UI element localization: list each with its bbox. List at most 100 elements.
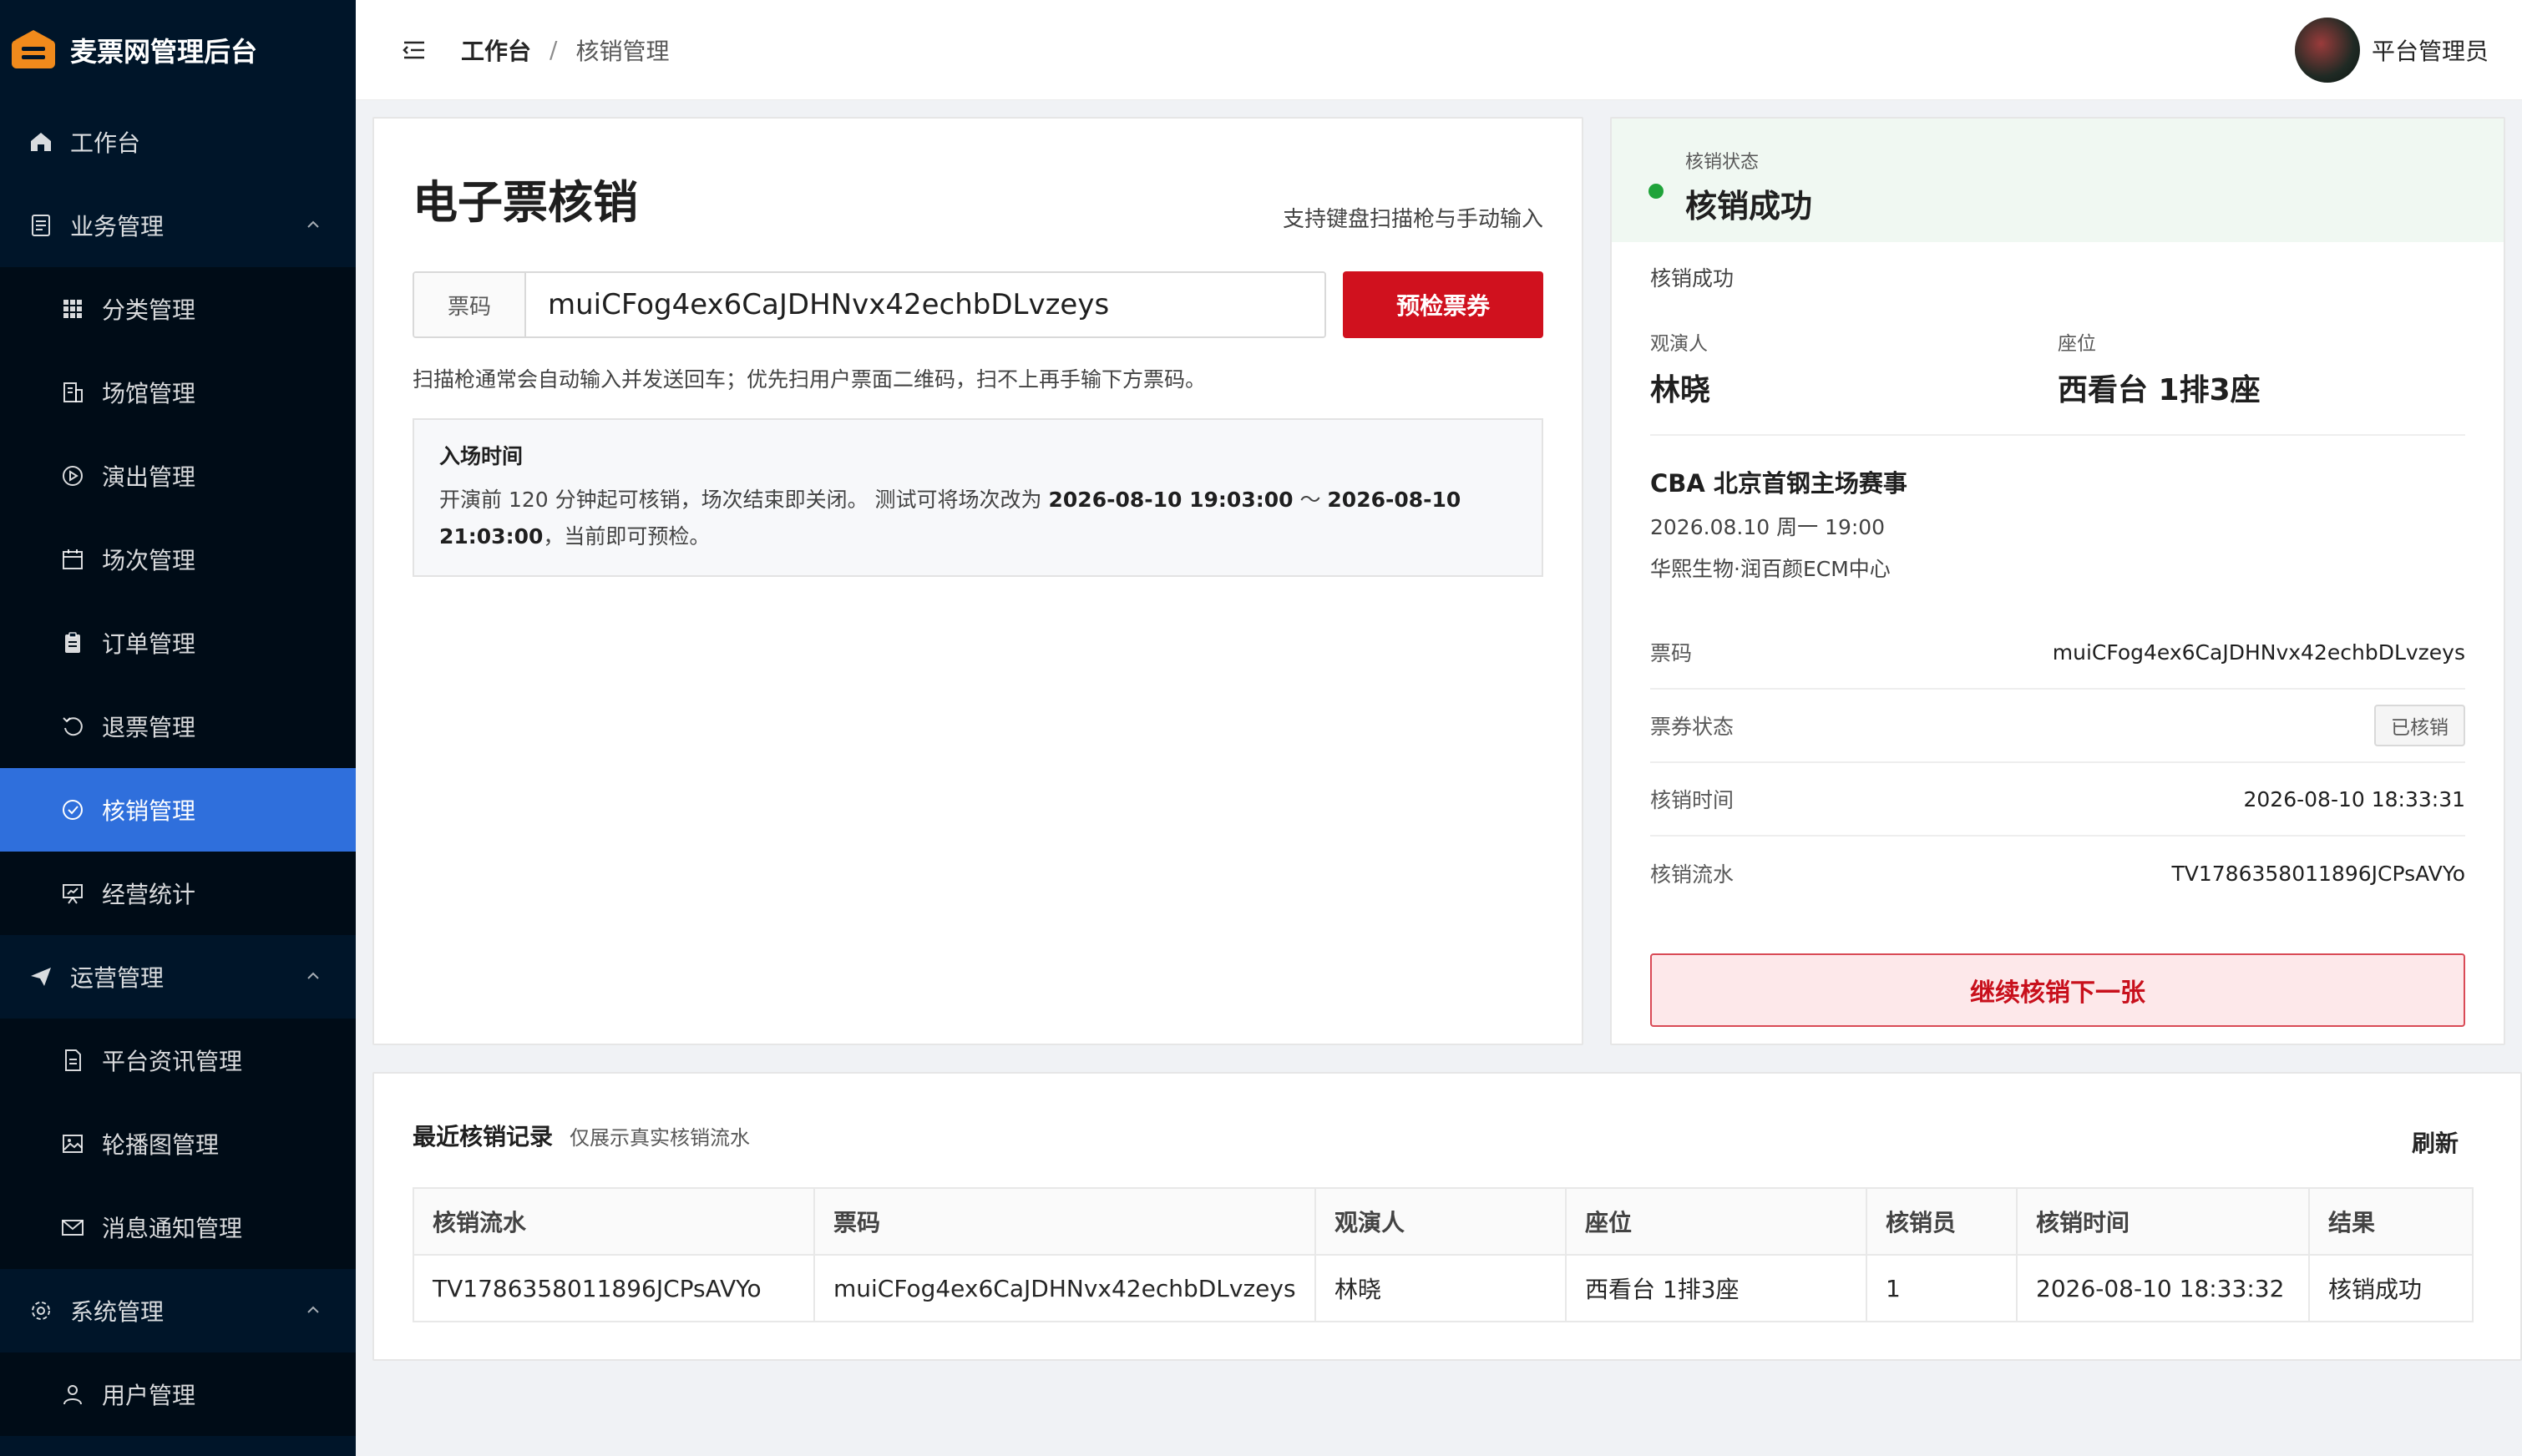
kv-ticket-code: 票码 muiCFog4ex6CaJDHNvx42echbDLvzeys <box>1650 616 2465 690</box>
records-title: 最近核销记录 <box>413 1123 554 1150</box>
entry-time-box: 入场时间 开演前 120 分钟起可核销，场次结束即关闭。 测试可将场次改为 20… <box>413 418 1543 577</box>
column-header: 核销流水 <box>413 1187 815 1256</box>
column-header: 观演人 <box>1314 1187 1567 1256</box>
entry-time-start: 2026-08-10 19:03:00 <box>1048 488 1294 512</box>
sidebar-item-label: 消息通知管理 <box>102 1215 243 1242</box>
sidebar-item-verification[interactable]: 核销管理 <box>0 768 356 852</box>
table-row: TV1786358011896JCPsAVYo muiCFog4ex6CaJDH… <box>413 1254 2474 1322</box>
sidebar-item-venue[interactable]: 场馆管理 <box>0 351 356 434</box>
sidebar-item-label: 运营管理 <box>70 964 165 992</box>
sidebar-item-label: 退票管理 <box>102 714 196 741</box>
breadcrumb-home[interactable]: 工作台 <box>461 33 531 67</box>
table-cell: 1 <box>1866 1254 2018 1322</box>
sidebar-item-label: 演出管理 <box>102 463 196 491</box>
kv-verify-time: 核销时间 2026-08-10 18:33:31 <box>1650 763 2465 837</box>
status-dot-icon <box>1648 184 1664 199</box>
kv-label: 票券状态 <box>1650 715 1735 739</box>
ticket-code-input[interactable] <box>526 273 1325 336</box>
result-card: 核销状态 核销成功 核销成功 观演人 林晓 座位 西看台 1排3座 CBA 北京… <box>1610 117 2505 1045</box>
kv-value: TV1786358011896JCPsAVYo <box>2171 861 2466 886</box>
breadcrumb-current: 核销管理 <box>575 37 670 65</box>
kv-label: 核销时间 <box>1650 788 1735 812</box>
column-header: 票码 <box>813 1187 1316 1256</box>
precheck-button[interactable]: 预检票券 <box>1343 271 1543 338</box>
sidebar-item-label: 核销管理 <box>102 797 196 825</box>
entry-tilde: ～ <box>1293 488 1328 512</box>
event-venue: 华熙生物·润百颜ECM中心 <box>1650 557 1891 581</box>
chevron-up-icon <box>307 220 319 228</box>
seat-value: 西看台 1排3座 <box>2058 373 2261 407</box>
table-cell: 林晓 <box>1314 1254 1567 1322</box>
image-icon <box>60 1131 85 1156</box>
table-header-row: 核销流水 票码 观演人 座位 核销员 核销时间 结果 <box>413 1187 2474 1256</box>
ticket-code-input-group: 票码 <box>413 271 1327 338</box>
scan-tip: 扫描枪通常会自动输入并发送回车；优先扫用户票面二维码，扫不上再手输下方票码。 <box>413 367 1207 392</box>
sidebar-item-orders[interactable]: 订单管理 <box>0 601 356 685</box>
calendar-icon <box>60 547 85 572</box>
sidebar-group-business[interactable]: 业务管理 <box>0 184 356 267</box>
viewer-value: 林晓 <box>1650 373 1711 407</box>
sidebar-item-news[interactable]: 平台资讯管理 <box>0 1019 356 1102</box>
ticket-logo-icon <box>12 30 55 68</box>
table-cell: TV1786358011896JCPsAVYo <box>413 1254 815 1322</box>
sidebar-item-label: 平台资讯管理 <box>102 1048 243 1075</box>
kv-value: muiCFog4ex6CaJDHNvx42echbDLvzeys <box>2052 640 2465 665</box>
user-name: 平台管理员 <box>2371 37 2489 65</box>
scanner-hint: 支持键盘扫描枪与手动输入 <box>1282 207 1543 232</box>
result-status-header: 核销状态 核销成功 <box>1612 119 2504 242</box>
sidebar-item-label: 分类管理 <box>102 296 196 324</box>
table-cell: 核销成功 <box>2308 1254 2474 1322</box>
document-icon <box>28 213 53 238</box>
divider <box>1650 434 2465 436</box>
records-subtitle: 仅展示真实核销流水 <box>570 1126 751 1150</box>
seat-label: 座位 <box>2058 333 2096 355</box>
sidebar-group-operations[interactable]: 运营管理 <box>0 935 356 1019</box>
file-text-icon <box>60 1048 85 1073</box>
user-icon <box>60 1382 85 1407</box>
sidebar-item-refund[interactable]: 退票管理 <box>0 685 356 768</box>
kv-label: 核销流水 <box>1650 862 1735 887</box>
table-cell: 2026-08-10 18:33:32 <box>2016 1254 2310 1322</box>
undo-icon <box>60 714 85 739</box>
logo[interactable]: 麦票网管理后台 <box>0 0 356 100</box>
user-menu[interactable]: 平台管理员 <box>2294 17 2489 83</box>
breadcrumb-separator: / <box>549 36 558 63</box>
sidebar-item-users[interactable]: 用户管理 <box>0 1352 356 1436</box>
presentation-icon <box>60 881 85 906</box>
sidebar-item-label: 场次管理 <box>102 547 196 574</box>
table-cell: 西看台 1排3座 <box>1565 1254 1867 1322</box>
verify-card: 电子票核销 支持键盘扫描枪与手动输入 票码 预检票券 扫描枪通常会自动输入并发送… <box>372 117 1583 1045</box>
sidebar: 麦票网管理后台 工作台 业务管理 分类管理 场馆管理 演出管理 场次管理 订单管… <box>0 0 356 1456</box>
sidebar-item-label: 场馆管理 <box>102 380 196 407</box>
chevron-up-icon <box>307 972 319 979</box>
result-subtitle: 核销成功 <box>1650 266 1735 291</box>
sidebar-item-category[interactable]: 分类管理 <box>0 267 356 351</box>
send-icon <box>28 964 53 989</box>
sidebar-item-label: 用户管理 <box>102 1382 196 1409</box>
app-title: 麦票网管理后台 <box>70 36 258 68</box>
kv-serial: 核销流水 TV1786358011896JCPsAVYo <box>1650 837 2465 910</box>
column-header: 结果 <box>2308 1187 2474 1256</box>
sidebar-item-show[interactable]: 演出管理 <box>0 434 356 518</box>
entry-time-title: 入场时间 <box>439 444 524 468</box>
menu-fold-icon[interactable] <box>401 37 428 63</box>
sidebar-item-stats[interactable]: 经营统计 <box>0 852 356 935</box>
sidebar-item-notifications[interactable]: 消息通知管理 <box>0 1186 356 1269</box>
verify-next-button[interactable]: 继续核销下一张 <box>1650 953 2465 1027</box>
sidebar-group-system[interactable]: 系统管理 <box>0 1269 356 1352</box>
table-cell: muiCFog4ex6CaJDHNvx42echbDLvzeys <box>813 1254 1316 1322</box>
entry-text-part: ，当前即可预检。 <box>543 524 711 549</box>
app-root: 麦票网管理后台 工作台 业务管理 分类管理 场馆管理 演出管理 场次管理 订单管… <box>0 0 2522 1456</box>
sidebar-item-workbench[interactable]: 工作台 <box>0 100 356 184</box>
sidebar-item-label: 工作台 <box>70 129 141 157</box>
sidebar-item-session[interactable]: 场次管理 <box>0 518 356 601</box>
breadcrumb: 工作台 / 核销管理 <box>461 33 669 67</box>
sidebar-item-label: 系统管理 <box>70 1298 165 1326</box>
ticket-code-addon: 票码 <box>414 273 526 336</box>
sidebar-item-banner[interactable]: 轮播图管理 <box>0 1102 356 1186</box>
sidebar-item-label: 轮播图管理 <box>102 1131 220 1159</box>
records-table: 核销流水 票码 观演人 座位 核销员 核销时间 结果 TV17863580118… <box>413 1187 2474 1322</box>
chevron-up-icon <box>307 1306 319 1313</box>
refresh-button[interactable]: 刷新 <box>2412 1125 2459 1159</box>
status-value: 核销成功 <box>1685 188 1813 225</box>
